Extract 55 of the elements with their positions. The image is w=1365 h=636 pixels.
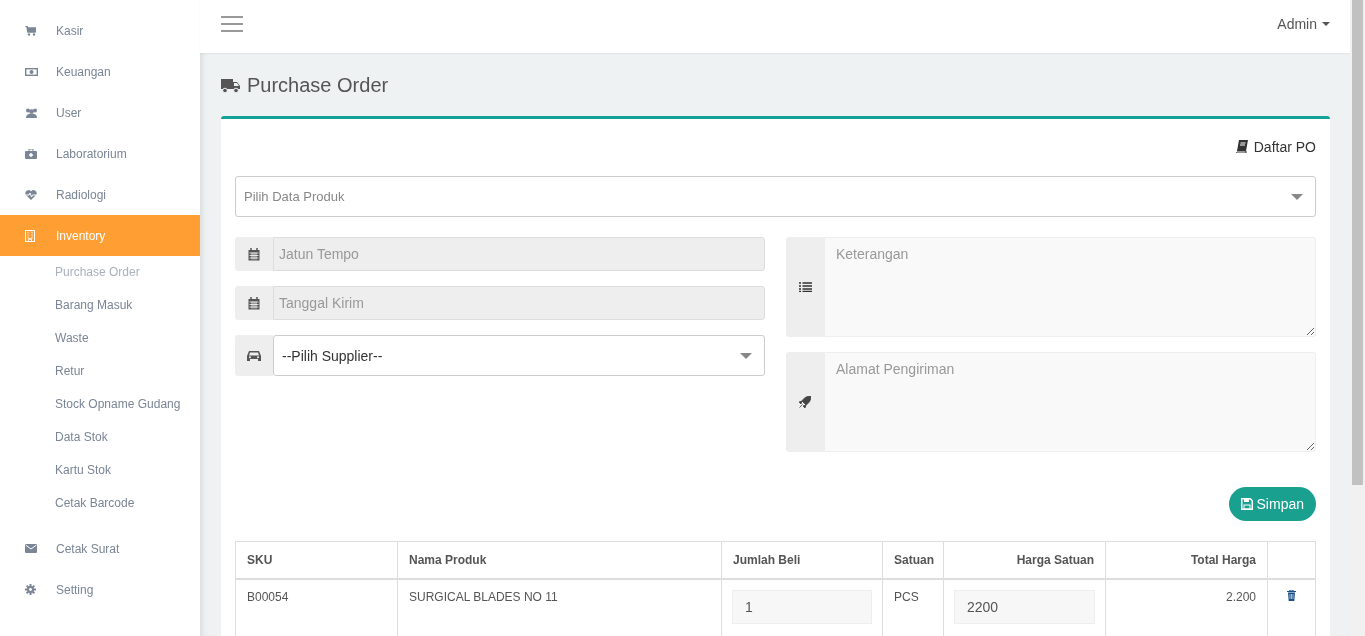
dropdown-arrow-icon <box>740 352 752 359</box>
medkit-icon <box>25 148 37 159</box>
heartbeat-icon <box>25 189 37 200</box>
save-button[interactable]: Simpan <box>1228 487 1316 521</box>
dropdown-arrow-icon <box>1291 193 1303 200</box>
submenu-item[interactable]: Kartu Stok <box>0 454 200 487</box>
sidebar-item[interactable]: Radiologi <box>0 174 200 215</box>
banknote-icon <box>25 67 38 76</box>
submenu-item[interactable]: Data Stok <box>0 421 200 454</box>
cart-icon <box>25 25 36 36</box>
car-icon <box>246 349 262 362</box>
building-icon <box>25 229 35 242</box>
submenu-item[interactable]: Stock Opname Gudang <box>0 388 200 421</box>
supplier-select[interactable]: --Pilih Supplier-- <box>273 335 765 376</box>
caret-icon <box>1322 22 1330 26</box>
sidebar-item[interactable]: Cetak Surat <box>0 528 200 569</box>
calendar-icon <box>248 296 260 310</box>
date-field[interactable]: Jatun Tempo <box>273 237 765 271</box>
users-icon <box>25 107 38 118</box>
product-select[interactable]: Pilih Data Produk <box>235 176 1316 217</box>
quantity-field[interactable]: 1 <box>732 590 872 624</box>
po-list-link[interactable]: Daftar PO <box>1235 138 1316 155</box>
date-field[interactable]: Tanggal Kirim <box>273 286 765 320</box>
rocket-icon <box>799 396 811 408</box>
envelope-icon <box>25 544 37 553</box>
price-field[interactable]: 2200 <box>954 590 1095 624</box>
sidebar-item[interactable]: Keuangan <box>0 51 200 92</box>
calendar-icon <box>248 247 260 261</box>
notes-field[interactable]: Keterangan <box>824 237 1316 337</box>
submenu-item[interactable]: Retur <box>0 355 200 388</box>
column-header: SKU <box>235 541 398 579</box>
submenu-item[interactable]: Purchase Order <box>0 256 200 289</box>
column-header: Nama Produk <box>397 541 722 579</box>
sidebar-item[interactable]: User <box>0 92 200 133</box>
sidebar-item[interactable]: Laboratorium <box>0 133 200 174</box>
column-header: Satuan <box>882 541 944 579</box>
sidebar-item[interactable]: Setting <box>0 569 200 610</box>
column-header: Harga Satuan <box>943 541 1106 579</box>
settings-icon <box>25 584 36 595</box>
address-field[interactable]: Alamat Pengiriman <box>824 352 1316 452</box>
column-header: Total Harga <box>1105 541 1268 579</box>
trash-icon[interactable] <box>1287 590 1296 601</box>
submenu-item[interactable]: Waste <box>0 322 200 355</box>
book-icon <box>1235 140 1248 153</box>
menu-icon[interactable] <box>221 16 243 32</box>
sidebar-item[interactable]: Inventory <box>0 215 200 256</box>
list-icon <box>798 282 812 292</box>
submenu-item[interactable]: Barang Masuk <box>0 289 200 322</box>
table-cell: B00054 <box>235 579 398 636</box>
user-menu[interactable]: Admin <box>1277 16 1330 32</box>
submenu-item[interactable]: Cetak Barcode <box>0 487 200 520</box>
page-title: Purchase Order <box>247 73 389 97</box>
column-header: Jumlah Beli <box>721 541 883 579</box>
sidebar-item[interactable]: Kasir <box>0 10 200 51</box>
truck-icon <box>221 77 241 93</box>
